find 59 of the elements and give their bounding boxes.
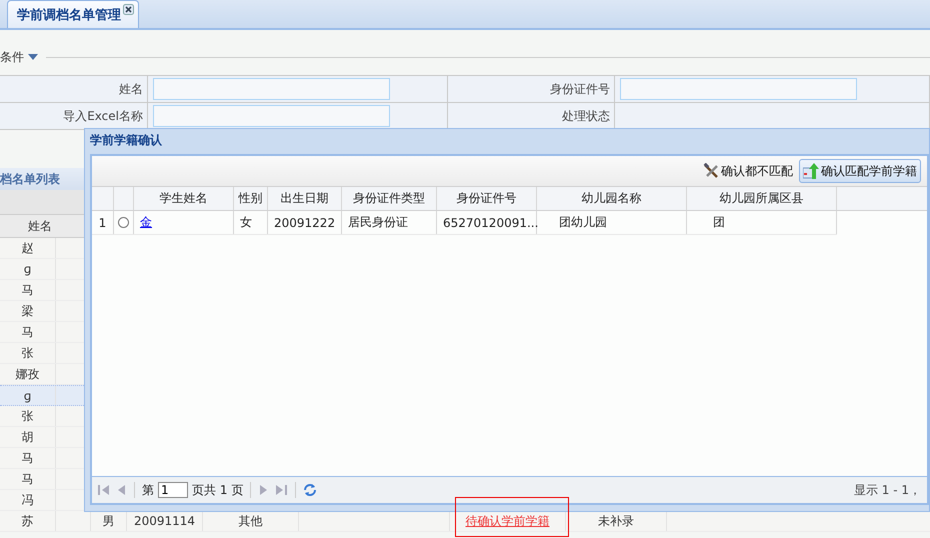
table-cell: 女 bbox=[240, 214, 252, 231]
table-cell: 马 bbox=[22, 282, 34, 298]
table-cell: 梁 bbox=[22, 302, 34, 320]
table-cell: ɡ bbox=[24, 262, 32, 276]
upload-arrow-icon bbox=[803, 162, 819, 180]
column-header[interactable]: 学生姓名 bbox=[160, 190, 208, 207]
table-row[interactable]: 1 金 女 20091222 居民身份证 65270120091... 团幼儿园 团 bbox=[92, 211, 837, 235]
table-cell: 20091114 bbox=[134, 514, 196, 528]
page-input[interactable]: 1 bbox=[158, 482, 188, 498]
table-cell: 赵 bbox=[22, 240, 34, 256]
field-label: 身份证件号 bbox=[448, 76, 615, 103]
column-header[interactable]: 身份证件类型 bbox=[353, 190, 425, 207]
input-field[interactable] bbox=[153, 78, 390, 100]
table-cell: 其他 bbox=[238, 512, 262, 530]
toolbar-button[interactable]: 确认匹配学前学籍 bbox=[799, 159, 921, 183]
table-cell: 居民身份证 bbox=[348, 214, 408, 231]
table-cell: 团 bbox=[713, 214, 725, 231]
close-icon[interactable] bbox=[123, 4, 134, 15]
table-cell: ɡ bbox=[24, 388, 32, 402]
radio-button[interactable] bbox=[118, 217, 129, 228]
table-cell: 20091222 bbox=[274, 216, 336, 230]
row-number: 1 bbox=[98, 216, 106, 230]
column-header[interactable]: 性别 bbox=[238, 190, 262, 207]
caret-icon[interactable] bbox=[28, 54, 38, 60]
table-cell: 马 bbox=[22, 470, 34, 488]
table-row[interactable]: 苏 男 20091114 其他 待确认学前学籍 未补录 bbox=[0, 511, 930, 532]
refresh-icon[interactable] bbox=[303, 483, 318, 497]
table-cell: 张 bbox=[22, 408, 34, 424]
table-cell: 娜孜 bbox=[16, 366, 40, 382]
page-label: 第 bbox=[142, 482, 154, 498]
dialog-title: 学前学籍确认 bbox=[90, 132, 162, 148]
name-link[interactable]: 金 bbox=[140, 214, 152, 231]
page-summary: 显示 1 - 1， bbox=[854, 482, 922, 498]
table-cell: 马 bbox=[22, 324, 34, 340]
field-label: 姓名 bbox=[0, 76, 148, 103]
table-cell: 苏 bbox=[22, 512, 34, 530]
table-cell: 65270120091... bbox=[443, 216, 538, 230]
tab[interactable]: 学前调档名单管理 bbox=[7, 0, 139, 28]
column-header[interactable]: 幼儿园所属区县 bbox=[720, 190, 804, 207]
section-title[interactable]: 条件 bbox=[0, 48, 24, 66]
last-page-icon[interactable] bbox=[274, 483, 288, 497]
input-field[interactable] bbox=[620, 78, 857, 100]
table-cell: 冯 bbox=[22, 492, 34, 508]
table-cell: 马 bbox=[22, 450, 34, 466]
table-cell: 胡 bbox=[22, 428, 34, 446]
column-header[interactable]: 幼儿园名称 bbox=[582, 190, 642, 207]
first-page-icon[interactable] bbox=[97, 483, 111, 497]
table-cell: 未补录 bbox=[598, 512, 634, 530]
table-cell: 团幼儿园 bbox=[559, 214, 607, 231]
status-link[interactable]: 待确认学前学籍 bbox=[466, 512, 550, 530]
tools-icon bbox=[703, 163, 719, 179]
input-field[interactable] bbox=[153, 105, 390, 127]
column-header: 姓名 bbox=[27, 218, 53, 234]
toolbar-button[interactable]: 确认都不匹配 bbox=[699, 160, 797, 182]
table-cell: 张 bbox=[22, 344, 34, 362]
column-header[interactable]: 出生日期 bbox=[280, 190, 328, 207]
column-header[interactable]: 身份证件号 bbox=[456, 190, 516, 207]
table-cell: 男 bbox=[102, 512, 114, 530]
page-count: 页共 1 页 bbox=[192, 482, 244, 498]
